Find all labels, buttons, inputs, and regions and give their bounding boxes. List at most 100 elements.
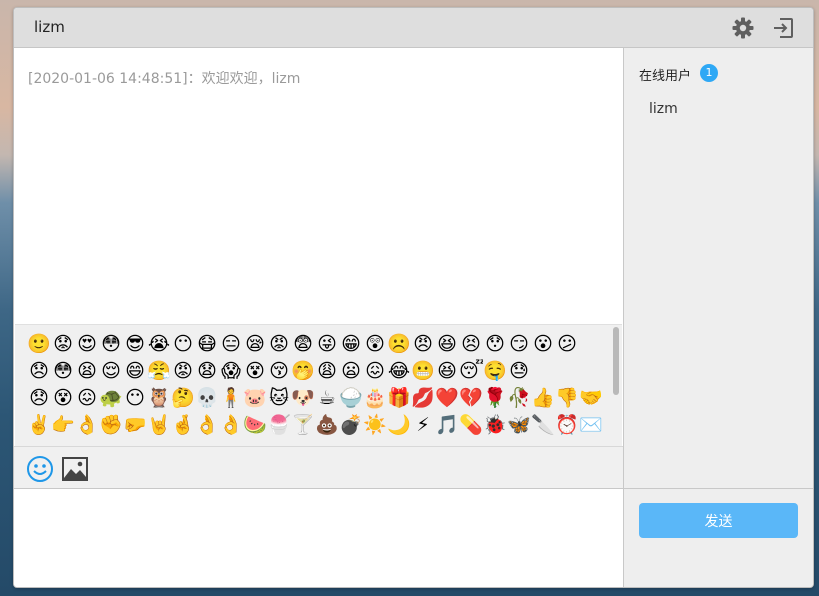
emoji-item[interactable]: 🥀 [507, 386, 531, 410]
emoji-item[interactable]: ⏰ [555, 413, 579, 437]
emoji-item[interactable]: 😄 [123, 359, 147, 383]
emoji-item[interactable]: 💔 [459, 386, 483, 410]
emoji-item[interactable]: 😧 [195, 359, 219, 383]
emoji-item[interactable]: 😟 [51, 332, 75, 356]
emoji-item[interactable]: 🐶 [291, 386, 315, 410]
emoji-item[interactable]: 😜 [315, 332, 339, 356]
emoji-item[interactable]: 👉 [51, 413, 75, 437]
emoji-item[interactable]: 🧍 [219, 386, 243, 410]
emoji-item[interactable]: 🤞 [171, 413, 195, 437]
emoji-item[interactable]: 😞 [27, 386, 51, 410]
emoji-item[interactable]: 😕 [555, 332, 579, 356]
emoji-item[interactable]: ☹️ [387, 332, 411, 356]
emoji-item[interactable]: 😫 [75, 359, 99, 383]
emoji-item[interactable]: 🤭 [291, 359, 315, 383]
emoji-item[interactable]: 😆 [435, 359, 459, 383]
user-item[interactable]: lizm [649, 101, 678, 117]
emoji-item[interactable]: 😱 [219, 359, 243, 383]
emoji-item[interactable]: 🌙 [387, 413, 411, 437]
emoji-item[interactable]: ☀️ [363, 413, 387, 437]
emoji-item[interactable]: 😁 [339, 332, 363, 356]
emoji-item[interactable]: 🌹 [483, 386, 507, 410]
emoji-item[interactable]: 😖 [75, 386, 99, 410]
emoji-item[interactable]: 🤛 [123, 413, 147, 437]
emoji-item[interactable]: 😍 [75, 332, 99, 356]
emoji-item[interactable]: 😮 [531, 332, 555, 356]
emoji-item[interactable]: 😎 [123, 332, 147, 356]
emoji-item[interactable]: 🍉 [243, 413, 267, 437]
emoji-item[interactable]: ✊ [99, 413, 123, 437]
emoji-item[interactable]: 😦 [339, 359, 363, 383]
emoji-item[interactable]: 🤔 [171, 386, 195, 410]
emoji-item[interactable]: 😷 [195, 332, 219, 356]
emoji-item[interactable]: 😏 [507, 332, 531, 356]
emoji-item[interactable]: 🐞 [483, 413, 507, 437]
emoji-item[interactable]: 😪 [243, 332, 267, 356]
emoji-item[interactable]: 😲 [363, 332, 387, 356]
emoji-item[interactable]: 💊 [459, 413, 483, 437]
emoji-item[interactable]: 😵 [243, 359, 267, 383]
emoji-item[interactable]: 💋 [411, 386, 435, 410]
emoji-icon[interactable] [26, 455, 54, 483]
emoji-item[interactable]: 💣 [339, 413, 363, 437]
emoji-item[interactable]: 😡 [171, 359, 195, 383]
emoji-item[interactable]: 😭 [147, 332, 171, 356]
emoji-item[interactable]: 😆 [435, 332, 459, 356]
emoji-item[interactable]: 😳 [51, 359, 75, 383]
gear-icon[interactable] [731, 16, 755, 40]
send-button[interactable]: 发送 [639, 503, 798, 538]
emoji-item[interactable]: 😠 [411, 332, 435, 356]
emoji-item[interactable]: 💀 [195, 386, 219, 410]
emoji-item[interactable]: 👍 [531, 386, 555, 410]
emoji-item[interactable]: 😣 [459, 332, 483, 356]
emoji-item[interactable]: 🐷 [243, 386, 267, 410]
message-input[interactable] [14, 489, 623, 587]
emoji-item[interactable]: 😌 [99, 359, 123, 383]
emoji-item[interactable]: 😞 [27, 359, 51, 383]
emoji-item[interactable]: 😑 [219, 332, 243, 356]
emoji-item[interactable]: 😵 [51, 386, 75, 410]
emoji-item[interactable]: 😚 [267, 359, 291, 383]
emoji-item[interactable]: 🤝 [579, 386, 603, 410]
emoji-item[interactable]: 🍸 [291, 413, 315, 437]
emoji-item[interactable]: 👌 [219, 413, 243, 437]
emoji-item[interactable]: 🎁 [387, 386, 411, 410]
emoji-item[interactable]: 👌 [195, 413, 219, 437]
emoji-item[interactable]: 🤘 [147, 413, 171, 437]
emoji-item[interactable]: 😨 [291, 332, 315, 356]
emoji-item[interactable]: 😯 [483, 332, 507, 356]
emoji-item[interactable]: 😤 [147, 359, 171, 383]
emoji-item[interactable]: 😴 [459, 359, 483, 383]
emoji-item[interactable]: 😡 [267, 332, 291, 356]
emoji-item[interactable]: 😳 [99, 332, 123, 356]
emoji-item[interactable]: 😂 [387, 359, 411, 383]
emoji-item[interactable]: ☕ [315, 386, 339, 410]
emoji-item[interactable]: 😶 [123, 386, 147, 410]
emoji-item[interactable]: 🦋 [507, 413, 531, 437]
emoji-item[interactable]: 🍚 [339, 386, 363, 410]
emoji-item[interactable]: 😶 [171, 332, 195, 356]
emoji-item[interactable]: 🐢 [99, 386, 123, 410]
emoji-item[interactable]: 🐱 [267, 386, 291, 410]
emoji-item[interactable]: 😩 [315, 359, 339, 383]
emoji-item[interactable]: ❤️ [435, 386, 459, 410]
emoji-item[interactable]: 😬 [411, 359, 435, 383]
emoji-item[interactable]: 👌 [75, 413, 99, 437]
emoji-item[interactable]: ✉️ [579, 413, 603, 437]
emoji-item[interactable]: 👎 [555, 386, 579, 410]
emoji-item[interactable]: 🤤 [483, 359, 507, 383]
emoji-item[interactable]: ⚡ [411, 413, 435, 437]
emoji-scrollbar[interactable] [613, 327, 619, 395]
emoji-item[interactable]: 😖 [363, 359, 387, 383]
emoji-item[interactable]: 😓 [507, 359, 531, 383]
emoji-item[interactable]: ✌️ [27, 413, 51, 437]
emoji-item[interactable]: 🎂 [363, 386, 387, 410]
emoji-item[interactable]: 🔪 [531, 413, 555, 437]
emoji-item[interactable]: 🍧 [267, 413, 291, 437]
emoji-item[interactable]: 🦉 [147, 386, 171, 410]
emoji-item[interactable]: 💩 [315, 413, 339, 437]
logout-icon[interactable] [771, 16, 795, 40]
image-icon[interactable] [61, 455, 89, 483]
emoji-item[interactable]: 🎵 [435, 413, 459, 437]
emoji-item[interactable]: 🙂 [27, 332, 51, 356]
